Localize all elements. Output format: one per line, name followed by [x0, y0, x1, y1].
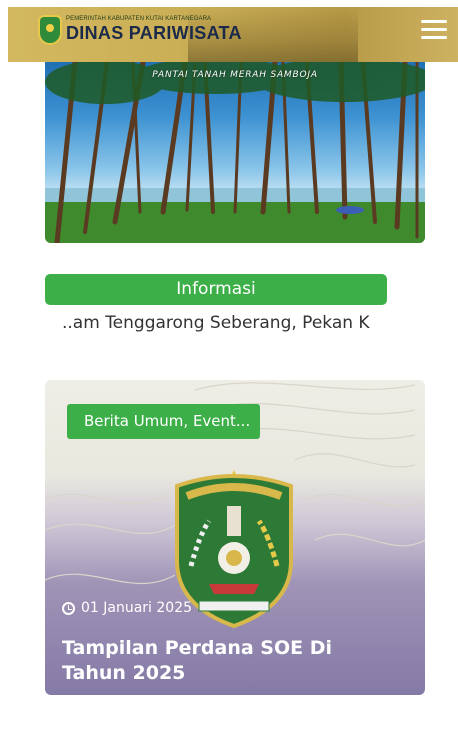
- kukar-logo-icon[interactable]: [38, 15, 62, 45]
- logo-title[interactable]: DINAS PARIWISATA: [66, 23, 242, 44]
- news-date: 01 Januari 2025: [62, 600, 192, 616]
- hero-caption: PANTAI TANAH MERAH SAMBOJA: [152, 70, 318, 80]
- hero-banner[interactable]: PANTAI TANAH MERAH SAMBOJA: [45, 62, 425, 243]
- clock-icon: [62, 601, 75, 615]
- hamburger-menu-icon[interactable]: [419, 17, 449, 41]
- site-header: PEMERINTAH KABUPATEN KUTAI KARTANEGARA D…: [8, 7, 458, 62]
- news-date-text: 01 Januari 2025: [81, 600, 193, 616]
- informasi-button[interactable]: Informasi: [45, 274, 387, 305]
- news-title[interactable]: Tampilan Perdana SOE Di Tahun 2025: [62, 636, 392, 686]
- news-card[interactable]: Berita Umum, Event... 01 Januari 2025 Ta…: [45, 380, 425, 695]
- category-tag[interactable]: Berita Umum, Event...: [67, 404, 260, 439]
- news-ticker[interactable]: ..am Tenggarong Seberang, Pekan Kr...: [62, 312, 370, 336]
- ticker-text: ..am Tenggarong Seberang, Pekan Kr...: [62, 313, 370, 333]
- logo-subtitle: PEMERINTAH KABUPATEN KUTAI KARTANEGARA: [66, 16, 212, 22]
- pine-forest-beach-image: [45, 62, 425, 243]
